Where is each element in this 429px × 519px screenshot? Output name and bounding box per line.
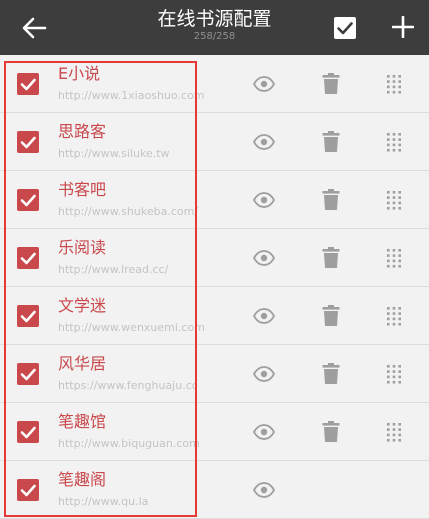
source-row: 乐阅读 http://www.lread.cc/ (0, 229, 429, 287)
drag-handle[interactable] (386, 306, 402, 326)
trash-icon (322, 189, 340, 210)
source-url: http://www.qu.la (58, 495, 149, 508)
eye-icon (252, 134, 276, 150)
eye-icon (252, 250, 276, 266)
drag-handle-icon (387, 249, 401, 268)
back-button[interactable] (14, 11, 54, 45)
source-checkbox[interactable] (17, 479, 39, 501)
drag-handle-icon (387, 307, 401, 326)
eye-icon (252, 308, 276, 324)
checkmark-icon (20, 368, 36, 381)
drag-handle-icon (387, 75, 401, 94)
view-source-button[interactable] (252, 366, 276, 382)
view-source-button[interactable] (252, 250, 276, 266)
source-name: 风华居 (58, 354, 107, 373)
delete-source-button[interactable] (322, 189, 340, 211)
trash-icon (322, 421, 340, 442)
source-row: 风华居 https://www.fenghuaju.cc (0, 345, 429, 403)
source-url: http://www.siluke.tw (58, 147, 170, 160)
source-row: 笔趣阁 http://www.qu.la (0, 461, 429, 519)
eye-icon (252, 192, 276, 208)
source-checkbox[interactable] (17, 305, 39, 327)
checkmark-icon (20, 194, 36, 207)
checkbox-checked-icon (334, 17, 356, 39)
checkmark-icon (20, 252, 36, 265)
delete-source-button[interactable] (322, 247, 340, 269)
source-url: https://www.fenghuaju.cc (58, 379, 198, 392)
source-row: E小说 http://www.1xiaoshuo.com (0, 55, 429, 113)
source-name: 书客吧 (58, 180, 107, 199)
drag-handle[interactable] (386, 422, 402, 442)
source-url: http://www.lread.cc/ (58, 263, 169, 276)
trash-icon (322, 363, 340, 384)
source-row: 笔趣馆 http://www.biquguan.com (0, 403, 429, 461)
eye-icon (252, 76, 276, 92)
source-checkbox[interactable] (17, 73, 39, 95)
drag-handle[interactable] (386, 132, 402, 152)
drag-handle-icon (387, 191, 401, 210)
source-name: 文学迷 (58, 296, 107, 315)
checkmark-icon (20, 484, 36, 497)
source-checkbox[interactable] (17, 247, 39, 269)
source-row: 思路客 http://www.siluke.tw (0, 113, 429, 171)
view-source-button[interactable] (252, 192, 276, 208)
delete-source-button[interactable] (322, 305, 340, 327)
checkmark-icon (20, 136, 36, 149)
view-source-button[interactable] (252, 482, 276, 498)
delete-source-button[interactable] (322, 73, 340, 95)
view-source-button[interactable] (252, 308, 276, 324)
view-source-button[interactable] (252, 134, 276, 150)
trash-icon (322, 247, 340, 268)
drag-handle-icon (387, 423, 401, 442)
add-source-button[interactable] (388, 12, 418, 42)
drag-handle-icon (387, 133, 401, 152)
plus-icon (392, 16, 414, 38)
source-count: 258/258 (193, 31, 236, 42)
eye-icon (252, 366, 276, 382)
source-checkbox[interactable] (17, 131, 39, 153)
page-title: 在线书源配置 (157, 8, 272, 30)
title-block: 在线书源配置 258/258 (110, 7, 319, 43)
drag-handle[interactable] (386, 190, 402, 210)
checkmark-icon (20, 310, 36, 323)
trash-icon (322, 305, 340, 326)
source-checkbox[interactable] (17, 363, 39, 385)
delete-source-button[interactable] (322, 131, 340, 153)
app-toolbar: 在线书源配置 258/258 (0, 0, 429, 55)
source-name: 笔趣阁 (58, 470, 107, 489)
source-name: 笔趣馆 (58, 412, 107, 431)
eye-icon (252, 482, 276, 498)
source-url: http://www.shukeba.com/ (58, 205, 199, 218)
delete-source-button[interactable] (322, 421, 340, 443)
arrow-left-icon (22, 17, 47, 39)
source-url: http://www.biquguan.com (58, 437, 200, 450)
delete-source-button[interactable] (322, 363, 340, 385)
source-name: E小说 (58, 64, 101, 83)
trash-icon (322, 131, 340, 152)
drag-handle[interactable] (386, 364, 402, 384)
view-source-button[interactable] (252, 424, 276, 440)
source-checkbox[interactable] (17, 421, 39, 443)
source-name: 思路客 (58, 122, 107, 141)
source-url: http://www.wenxuemi.com (58, 321, 205, 334)
source-url: http://www.1xiaoshuo.com (58, 89, 205, 102)
trash-icon (322, 73, 340, 94)
drag-handle[interactable] (386, 74, 402, 94)
source-checkbox[interactable] (17, 189, 39, 211)
drag-handle[interactable] (386, 248, 402, 268)
checkmark-icon (20, 426, 36, 439)
source-name: 乐阅读 (58, 238, 107, 257)
source-list: E小说 http://www.1xiaoshuo.com 思路客 http://… (0, 55, 429, 519)
checkmark-icon (20, 78, 36, 91)
source-row: 书客吧 http://www.shukeba.com/ (0, 171, 429, 229)
eye-icon (252, 424, 276, 440)
view-source-button[interactable] (252, 76, 276, 92)
select-all-button[interactable] (333, 16, 357, 40)
source-row: 文学迷 http://www.wenxuemi.com (0, 287, 429, 345)
drag-handle-icon (387, 365, 401, 384)
